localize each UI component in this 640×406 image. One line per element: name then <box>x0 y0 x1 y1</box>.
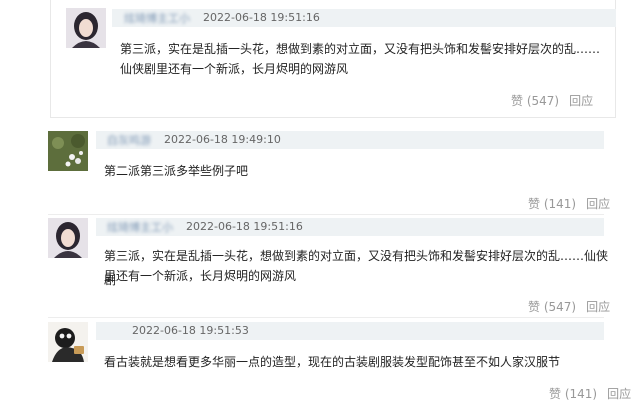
user-avatar[interactable] <box>48 218 88 258</box>
like-button[interactable]: 赞 (547) <box>511 92 559 109</box>
comment-divider <box>48 317 604 318</box>
like-button[interactable]: 赞 (141) <box>549 385 597 402</box>
reply-button[interactable]: 回应 <box>569 92 593 109</box>
username-link[interactable]: 白灰鸣游 <box>107 132 151 148</box>
comment-timestamp: 2022-06-18 19:51:53 <box>132 324 249 337</box>
username-link[interactable]: 炫琦博主工小 <box>107 219 173 235</box>
comment-actions: 赞 (547) 回应 <box>528 298 610 315</box>
comment-timestamp: 2022-06-18 19:51:16 <box>203 11 320 24</box>
username-link[interactable]: 炫琦博主工小 <box>124 10 190 26</box>
like-button[interactable]: 赞 (141) <box>528 195 576 212</box>
avatar-image <box>48 131 88 171</box>
avatar-image <box>48 322 88 362</box>
comment-actions: 赞 (141) 回应 <box>549 385 631 402</box>
comment-actions: 赞 (547) 回应 <box>511 92 593 109</box>
comment-actions: 赞 (141) 回应 <box>528 195 610 212</box>
avatar-image <box>48 218 88 258</box>
comment-text-line: 里还有一个新派，长月烬明的网游风 <box>104 269 297 283</box>
comment-divider <box>48 214 604 215</box>
user-avatar[interactable] <box>66 8 106 48</box>
reply-button[interactable]: 回应 <box>586 298 610 315</box>
user-avatar[interactable] <box>48 322 88 362</box>
user-avatar[interactable] <box>48 131 88 171</box>
comment-timestamp: 2022-06-18 19:49:10 <box>164 133 281 146</box>
comment-text-line: 看古装就是想看更多华丽一点的造型，现在的古装剧服装发型配饰甚至不如人家汉服节 <box>104 355 561 369</box>
comment-text-line: 仙侠剧里还有一个新派，长月烬明的网游风 <box>120 62 349 76</box>
like-button[interactable]: 赞 (547) <box>528 298 576 315</box>
avatar-image <box>66 8 106 48</box>
reply-button[interactable]: 回应 <box>607 385 631 402</box>
reply-button[interactable]: 回应 <box>586 195 610 212</box>
comment-timestamp: 2022-06-18 19:51:16 <box>186 220 303 233</box>
comment-text-line: 第二派第三派多举些例子吧 <box>104 164 249 178</box>
